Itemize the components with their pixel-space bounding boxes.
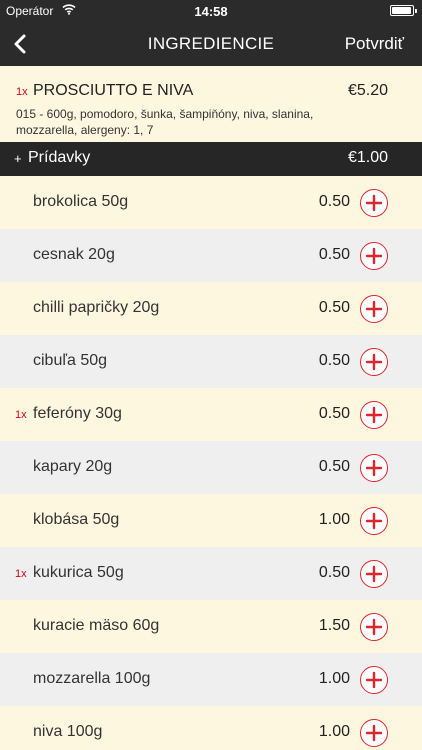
ingredient-row[interactable]: klobása 50g 1.00	[0, 494, 422, 547]
ingredient-name: cesnak 20g	[33, 246, 115, 263]
addons-plus-sign: +	[14, 151, 22, 166]
ingredient-row[interactable]: kuracie mäso 60g 1.50	[0, 600, 422, 653]
ingredient-name: cibuľa 50g	[33, 352, 108, 369]
ingredient-name: mozzarella 100g	[33, 670, 151, 687]
ingredient-price: 1.00	[318, 511, 350, 528]
add-ingredient-button[interactable]	[360, 189, 388, 217]
ingredient-name: klobása 50g	[33, 511, 120, 528]
ingredient-row[interactable]: 1x feferóny 30g 0.50	[0, 388, 422, 441]
plus-icon	[365, 194, 383, 212]
ingredient-price: 0.50	[318, 564, 350, 581]
ingredient-price: 0.50	[318, 299, 350, 316]
add-ingredient-button[interactable]	[360, 666, 388, 694]
ingredient-quantity: 1x	[15, 409, 27, 421]
confirm-button[interactable]: Potvrdiť	[345, 34, 404, 54]
add-ingredient-button[interactable]	[360, 507, 388, 535]
add-ingredient-button[interactable]	[360, 454, 388, 482]
plus-icon	[365, 353, 383, 371]
battery-icon	[390, 5, 417, 16]
add-ingredient-button[interactable]	[360, 401, 388, 429]
add-ingredient-button[interactable]	[360, 719, 388, 747]
ingredient-row[interactable]: chilli papričky 20g 0.50	[0, 282, 422, 335]
plus-icon	[365, 618, 383, 636]
ingredient-price: 0.50	[318, 246, 350, 263]
ingredient-row[interactable]: mozzarella 100g 1.00	[0, 653, 422, 706]
addons-header[interactable]: + Prídavky €1.00	[0, 142, 422, 176]
ingredient-row[interactable]: cesnak 20g 0.50	[0, 229, 422, 282]
addons-total-price: €1.00	[347, 149, 388, 166]
product-summary: 1x PROSCIUTTO E NIVA €5.20 015 - 600g, p…	[0, 66, 422, 142]
ingredient-price: 0.50	[318, 405, 350, 422]
plus-icon	[365, 459, 383, 477]
add-ingredient-button[interactable]	[360, 560, 388, 588]
plus-icon	[365, 565, 383, 583]
product-quantity: 1x	[16, 86, 28, 98]
ingredient-row[interactable]: brokolica 50g 0.50	[0, 176, 422, 229]
ingredient-name: chilli papričky 20g	[33, 299, 160, 316]
ingredient-row[interactable]: cibuľa 50g 0.50	[0, 335, 422, 388]
ingredient-list: brokolica 50g 0.50 cesnak 20g 0.50 chilli pa…	[0, 176, 422, 750]
add-ingredient-button[interactable]	[360, 613, 388, 641]
status-bar: Operátor 14:58	[0, 0, 422, 22]
ingredient-price: 1.00	[318, 670, 350, 687]
clock: 14:58	[194, 4, 228, 19]
product-name: PROSCIUTTO E NIVA	[33, 82, 194, 99]
plus-icon	[365, 300, 383, 318]
nav-bar: INGREDIENCIE Potvrdiť	[0, 22, 422, 66]
ingredient-row[interactable]: 1x kukurica 50g 0.50	[0, 547, 422, 600]
ingredient-price: 0.50	[318, 458, 350, 475]
add-ingredient-button[interactable]	[360, 242, 388, 270]
plus-icon	[365, 671, 383, 689]
ingredient-price: 0.50	[318, 193, 350, 210]
ingredient-name: kapary 20g	[33, 458, 113, 475]
addons-label: Prídavky	[28, 149, 91, 166]
ingredient-name: feferóny 30g	[33, 405, 122, 422]
ingredient-price: 1.00	[318, 723, 350, 740]
ingredient-row[interactable]: niva 100g 1.00	[0, 706, 422, 750]
add-ingredient-button[interactable]	[360, 295, 388, 323]
ingredient-name: brokolica 50g	[33, 193, 129, 210]
plus-icon	[365, 247, 383, 265]
plus-icon	[365, 406, 383, 424]
ingredient-name: kukurica 50g	[33, 564, 124, 581]
ingredient-price: 0.50	[318, 352, 350, 369]
ingredient-name: niva 100g	[33, 723, 103, 740]
product-description: 015 - 600g, pomodoro, šunka, šampiňóny, …	[16, 107, 314, 137]
ingredient-quantity: 1x	[15, 568, 27, 580]
add-ingredient-button[interactable]	[360, 348, 388, 376]
plus-icon	[365, 512, 383, 530]
plus-icon	[365, 724, 383, 742]
ingredient-name: kuracie mäso 60g	[33, 617, 160, 634]
ingredient-price: 1.50	[318, 617, 350, 634]
ingredient-row[interactable]: kapary 20g 0.50	[0, 441, 422, 494]
product-price: €5.20	[347, 82, 388, 99]
